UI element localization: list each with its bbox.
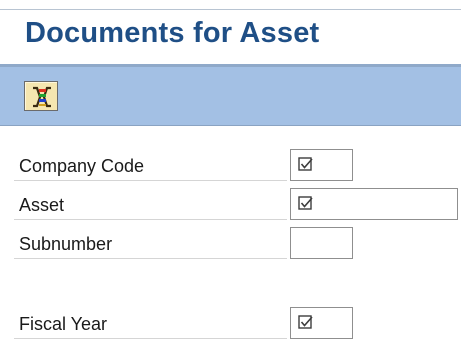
multiple-selection-icon (33, 86, 51, 108)
application-toolbar (0, 67, 461, 126)
page-title: Documents for Asset (25, 17, 320, 49)
multiple-selection-button[interactable] (24, 81, 58, 111)
asset-field[interactable] (290, 188, 458, 220)
subnumber-field[interactable] (290, 227, 353, 259)
fiscal-year-label: Fiscal Year (14, 310, 287, 339)
top-divider (0, 9, 461, 10)
asset-label: Asset (14, 191, 287, 220)
required-entry-icon (298, 196, 313, 210)
fiscal-year-field[interactable] (290, 307, 353, 339)
company-code-label: Company Code (14, 152, 287, 181)
required-entry-icon (298, 315, 313, 329)
subnumber-label: Subnumber (14, 230, 287, 259)
selection-form: Company Code Asset Subnumber Fiscal Year (0, 126, 461, 342)
company-code-field[interactable] (290, 149, 353, 181)
required-entry-icon (298, 157, 313, 171)
